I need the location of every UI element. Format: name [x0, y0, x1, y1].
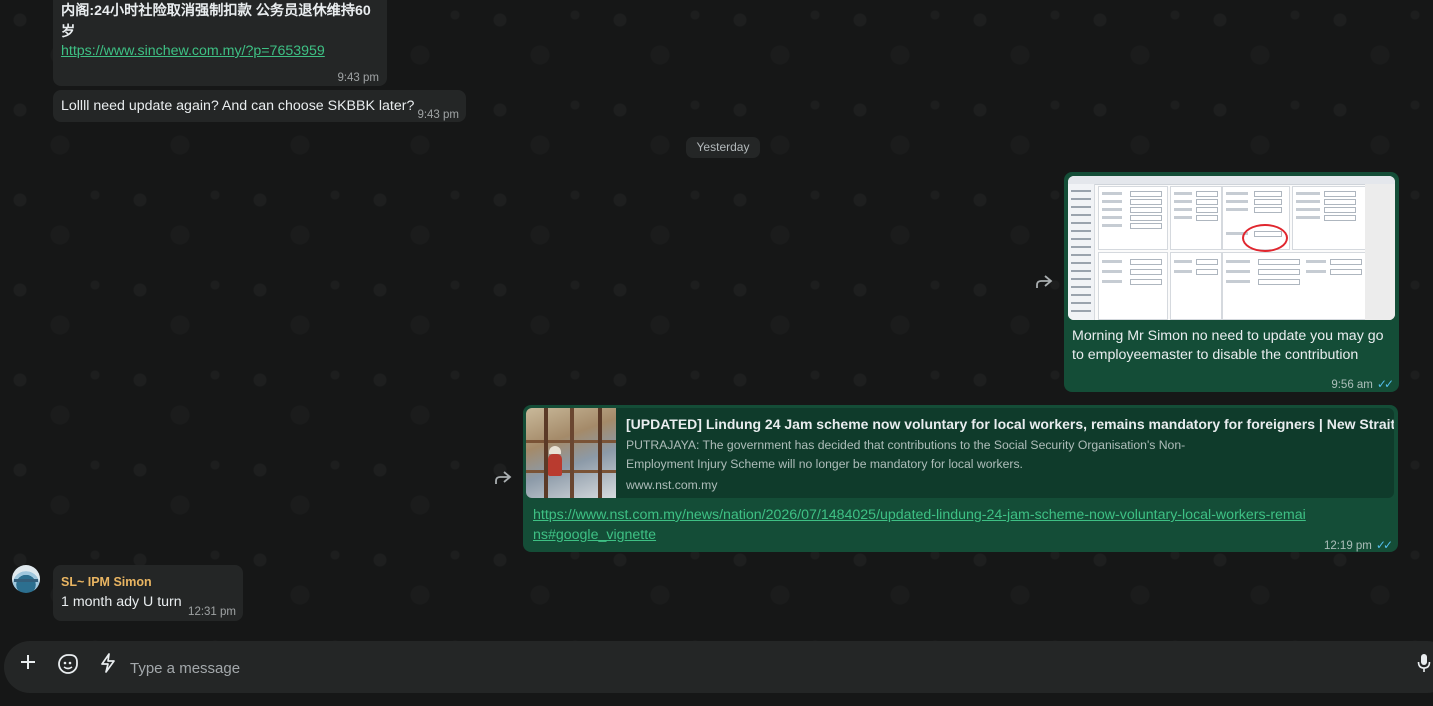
screenshot-image[interactable]: [1068, 176, 1395, 320]
preview-title: [UPDATED] Lindung 24 Jam scheme now volu…: [626, 416, 1394, 432]
composer: [0, 641, 1433, 706]
message-bubble[interactable]: Morning Mr Simon no need to update you m…: [1064, 172, 1399, 392]
message-text: 内阁:24小时社险取消强制扣款 公务员退休维持60岁: [61, 3, 371, 40]
message-time: 9:43 pm: [337, 72, 379, 84]
message-time: 9:56 am ✓✓: [1331, 377, 1394, 391]
message-link[interactable]: https://www.sinchew.com.my/?p=7653959: [61, 42, 325, 61]
date-divider: Yesterday: [686, 137, 760, 158]
message-text: Lollll need update again? And can choose…: [61, 98, 415, 114]
composer-box: [4, 641, 1433, 693]
forward-icon[interactable]: [1031, 270, 1057, 296]
message-text: Morning Mr Simon no need to update you m…: [1072, 328, 1384, 363]
message-link[interactable]: https://www.nst.com.my/news/nation/2026/…: [533, 505, 1313, 545]
message-bubble[interactable]: Lollll need update again? And can choose…: [53, 90, 466, 122]
message-bubble[interactable]: 内阁:24小时社险取消强制扣款 公务员退休维持60岁 https://www.s…: [53, 0, 387, 86]
sticker-icon[interactable]: [54, 653, 82, 681]
lightning-icon[interactable]: [94, 653, 122, 681]
plus-icon[interactable]: [14, 653, 42, 681]
message-input[interactable]: [128, 651, 1332, 685]
chat-area[interactable]: 内阁:24小时社险取消强制扣款 公务员退休维持60岁 https://www.s…: [0, 0, 1433, 641]
message-time: 12:19 pm ✓✓: [1323, 538, 1393, 552]
read-ticks-icon: ✓✓: [1375, 538, 1393, 552]
link-preview[interactable]: [UPDATED] Lindung 24 Jam scheme now volu…: [526, 408, 1394, 498]
avatar[interactable]: [12, 565, 40, 593]
message-bubble[interactable]: [UPDATED] Lindung 24 Jam scheme now volu…: [523, 405, 1398, 552]
preview-thumbnail: [526, 408, 616, 498]
microphone-icon[interactable]: [1414, 653, 1433, 681]
sender-name[interactable]: SL~ IPM Simon: [61, 573, 152, 592]
message-time: 12:31 pm: [188, 606, 236, 618]
message-text: 1 month ady U turn: [61, 594, 182, 610]
message-bubble[interactable]: SL~ IPM Simon 1 month ady U turn 12:31 p…: [53, 565, 243, 621]
read-ticks-icon: ✓✓: [1376, 377, 1394, 391]
forward-icon[interactable]: [490, 466, 516, 492]
preview-description: PUTRAJAYA: The government has decided th…: [626, 438, 1186, 471]
message-time: 9:43 pm: [417, 109, 459, 121]
preview-domain: www.nst.com.my: [626, 478, 718, 492]
